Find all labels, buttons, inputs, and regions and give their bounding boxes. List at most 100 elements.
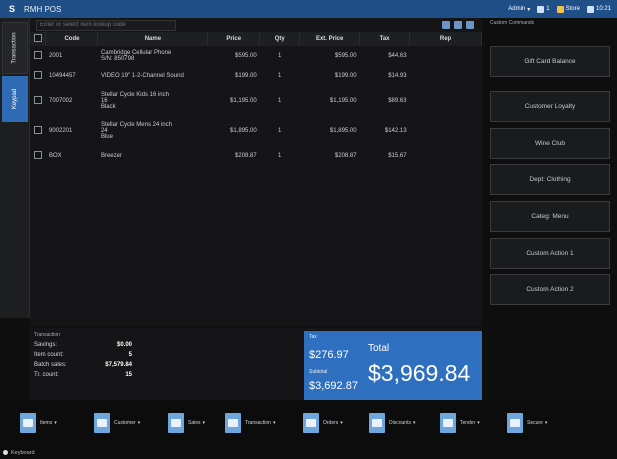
tender-icon — [440, 413, 456, 433]
summary-label: Savings: — [34, 342, 58, 348]
header-select[interactable] — [30, 32, 47, 46]
summary-box: Transaction Savings: $0.00 Item count: 5 B… — [34, 332, 132, 396]
table-row[interactable]: BOX Breezer $208.87 1 $208.87 $15.67 — [30, 146, 482, 166]
transaction-label: Transaction — [245, 420, 271, 426]
row-checkbox-cell[interactable] — [30, 86, 46, 116]
app-logo-icon: S — [8, 4, 15, 14]
summary-line-tr-count: Tr. count: 15 — [34, 370, 132, 380]
items-icon — [20, 413, 36, 433]
chevron-down-icon: ▾ — [412, 420, 416, 426]
header-name[interactable]: Name — [97, 32, 209, 46]
summary-header: Transaction — [34, 332, 60, 338]
header-code[interactable]: Code — [45, 32, 99, 46]
table-row[interactable]: 7007002 Stellar Cycle Kids 16 inch 16 Blac… — [30, 86, 482, 116]
keyboard-label: Keyboard — [11, 449, 35, 456]
print-icon[interactable] — [442, 21, 450, 29]
totals-panel: Tax $276.97 Subtotal $3,692.87 Total $3,… — [304, 331, 482, 400]
command-panel: Custom Commands Gift Card Balance Custom… — [484, 18, 617, 318]
cell-code: 10494457 — [48, 73, 76, 79]
cell-code: 7007002 — [48, 98, 73, 104]
download-icon[interactable] — [454, 21, 462, 29]
clock-time: 10:21 — [595, 6, 611, 12]
store-indicator[interactable]: Store — [556, 5, 580, 13]
bottom-toolbar: Items ▾ Customer ▾ Sales ▾ Transaction ▾ Ord… — [0, 400, 617, 446]
row-checkbox[interactable] — [33, 71, 42, 79]
row-checkbox[interactable] — [33, 126, 42, 134]
subtotal-label: Subtotal — [309, 369, 328, 375]
keyboard-toggle[interactable]: Keyboard — [3, 450, 35, 456]
store-name: Store — [565, 6, 580, 12]
table-row[interactable]: 2001 Cambridge Cellular Phone S/N: 850798… — [30, 46, 482, 66]
subtotal-amount: $3,692.87 — [309, 380, 358, 392]
tab-keypad[interactable]: Keypad — [2, 76, 28, 122]
row-checkbox[interactable] — [33, 96, 42, 104]
summary-value: 15 — [125, 372, 132, 378]
item-color: Blue — [100, 134, 113, 140]
cell-ext-price: $1,195.00 — [329, 98, 357, 104]
chevron-down-icon: ▾ — [137, 420, 141, 426]
settings-icon[interactable] — [466, 21, 474, 29]
title-status: Admin ▾ 1 Store 10:21 — [508, 5, 617, 13]
row-checkbox[interactable] — [33, 51, 42, 59]
summary-line-item-count: Item count: 5 — [34, 350, 132, 360]
transaction-icon — [225, 413, 241, 433]
custom-action-2-button[interactable]: Custom Action 2 — [490, 274, 610, 305]
items-menu-button[interactable]: Items ▾ — [20, 407, 57, 439]
status-bar: Keyboard — [0, 446, 617, 459]
chevron-down-icon: ▾ — [54, 420, 57, 426]
orders-menu-button[interactable]: Orders ▾ — [303, 407, 343, 439]
tender-menu-button[interactable]: Tender ▾ — [440, 407, 480, 439]
register-indicator[interactable]: 1 — [537, 5, 550, 13]
summary-value: 5 — [128, 352, 132, 358]
cell-name: Stellar Cycle Mens 24 inch 24 Blue — [98, 116, 208, 146]
item-lookup-input[interactable] — [36, 19, 176, 31]
wine-club-button[interactable]: Wine Club — [490, 128, 610, 159]
row-checkbox-cell[interactable] — [30, 116, 46, 146]
gift-card-balance-button[interactable]: Gift Card Balance — [490, 46, 610, 77]
header-price[interactable]: Price — [207, 32, 261, 46]
discounts-menu-button[interactable]: Discounts ▾ — [369, 407, 415, 439]
cell-price: $1,195.00 — [230, 98, 257, 104]
cell-ext-price: $199.00 — [334, 73, 357, 79]
lookup-row — [30, 18, 482, 32]
tax-amount: $276.97 — [309, 349, 349, 361]
user-menu[interactable]: Admin ▾ — [508, 6, 530, 13]
cell-price: $199.00 — [235, 73, 257, 79]
customer-loyalty-button[interactable]: Customer Loyalty — [490, 91, 610, 122]
register-number: 1 — [546, 6, 550, 12]
clock: 10:21 — [586, 5, 611, 13]
header-ext-price[interactable]: Ext. Price — [299, 32, 361, 46]
categ-menu-button[interactable]: Categ: Menu — [490, 201, 610, 232]
row-checkbox-cell[interactable] — [30, 46, 46, 66]
pos-app: S RMH POS Admin ▾ 1 Store 10:21 Transact… — [0, 0, 617, 459]
item-color: Black — [100, 104, 116, 110]
select-all-checkbox[interactable] — [33, 34, 42, 42]
cell-code: 2001 — [48, 53, 63, 59]
command-panel-label: Custom Commands — [490, 20, 535, 26]
customer-icon — [94, 413, 110, 433]
register-icon — [537, 5, 545, 13]
table-row[interactable]: 9002201 Stellar Cycle Mens 24 inch 24 Blue… — [30, 116, 482, 146]
row-checkbox-cell[interactable] — [30, 146, 46, 166]
dept-clothing-button[interactable]: Dept: Clothing — [490, 164, 610, 195]
transaction-menu-button[interactable]: Transaction ▾ — [225, 407, 275, 439]
table-row[interactable]: 10494457 VIDEO 19" 1-2-Channel Sound $19… — [30, 66, 482, 86]
header-tax[interactable]: Tax — [359, 32, 411, 46]
secure-menu-button[interactable]: Secure ▾ — [507, 407, 547, 439]
sales-icon — [168, 413, 184, 433]
store-icon — [556, 5, 564, 13]
side-tabs: Transaction Keypad — [0, 18, 30, 318]
tab-transaction[interactable]: Transaction — [2, 22, 28, 74]
customer-menu-button[interactable]: Customer ▾ — [94, 407, 140, 439]
custom-action-1-button[interactable]: Custom Action 1 — [490, 238, 610, 269]
row-checkbox[interactable] — [33, 151, 42, 159]
chevron-down-icon: ▾ — [272, 420, 276, 426]
lock-icon — [507, 413, 523, 433]
row-checkbox-cell[interactable] — [30, 66, 46, 86]
user-name: Admin — [508, 6, 526, 12]
sales-menu-button[interactable]: Sales ▾ — [168, 407, 205, 439]
header-qty[interactable]: Qty — [259, 32, 301, 46]
chevron-down-icon: ▾ — [477, 420, 480, 426]
clock-icon — [586, 5, 594, 13]
header-rep[interactable]: Rep — [409, 32, 482, 46]
